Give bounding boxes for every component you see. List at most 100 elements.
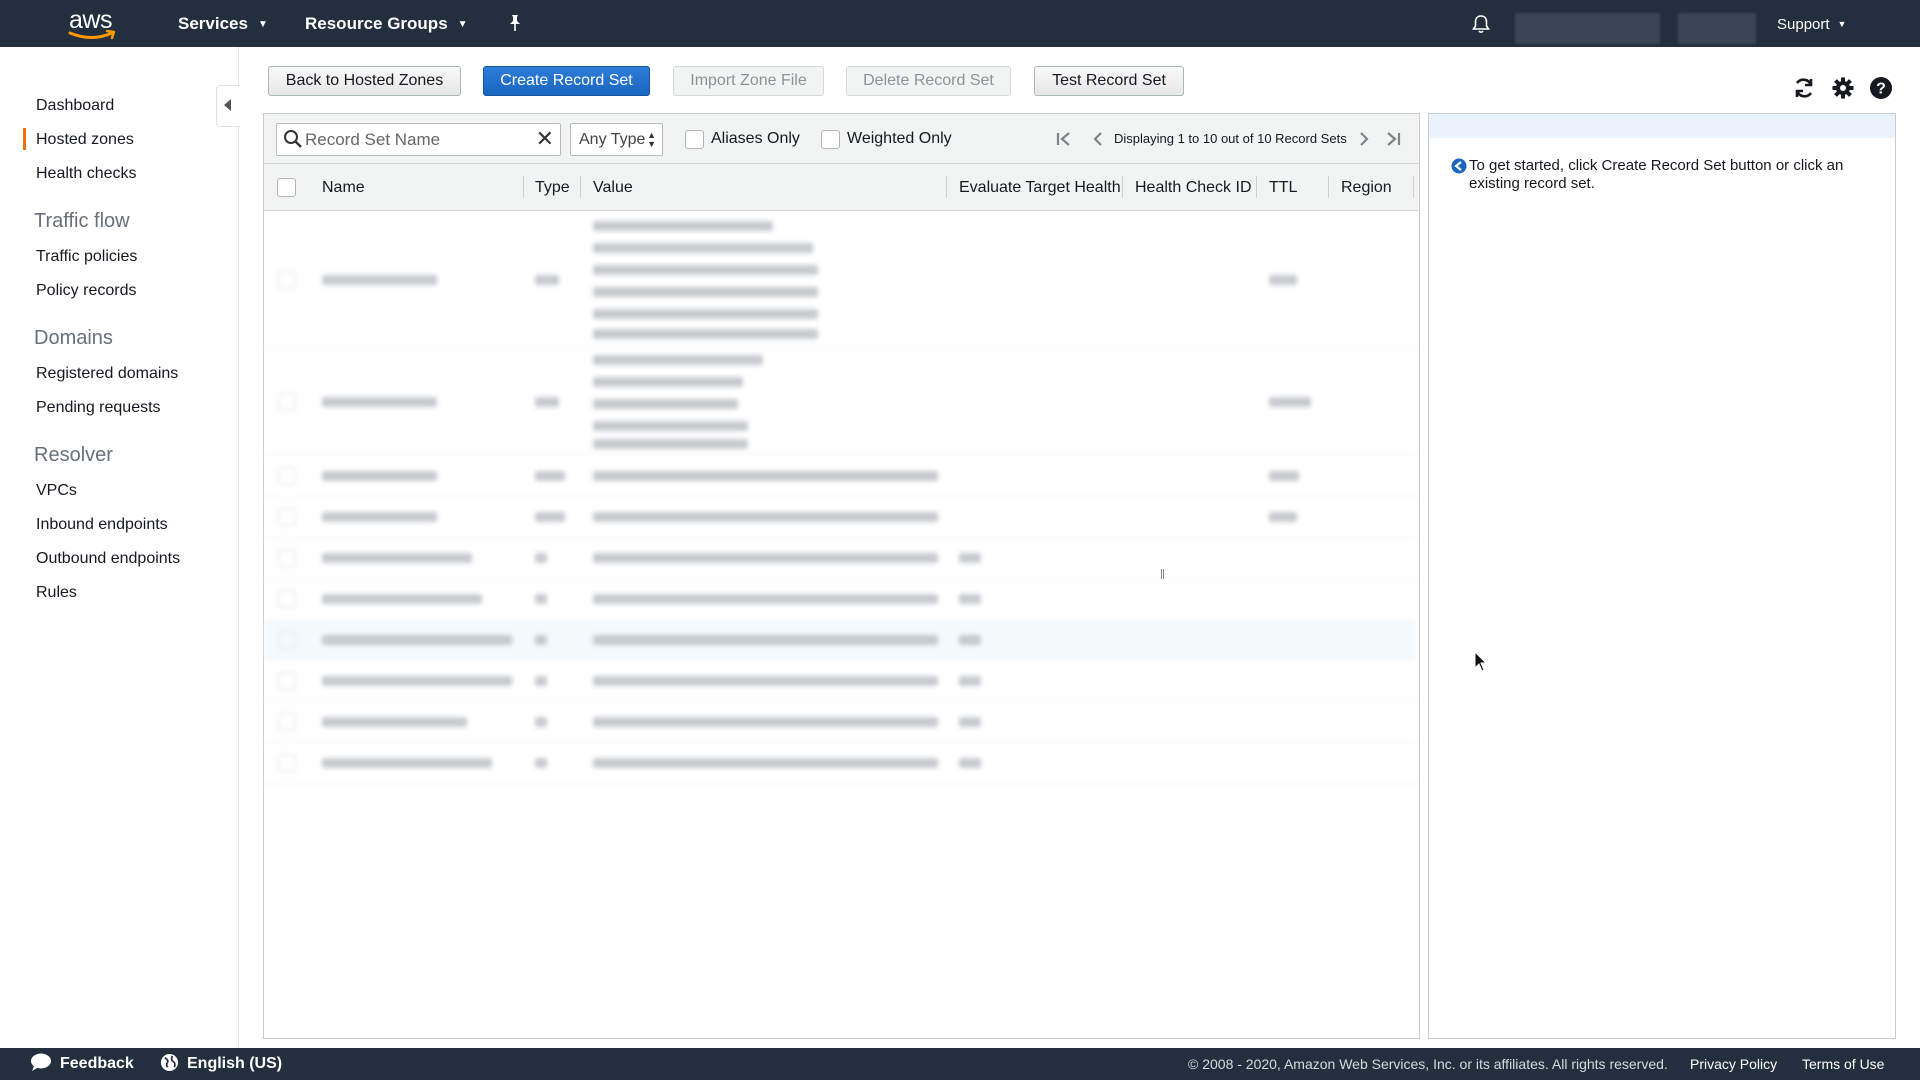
table-row[interactable] [264,702,1416,743]
table-row[interactable] [264,347,1416,455]
sidebar-heading-traffic-flow: Traffic flow [34,210,130,232]
sidebar-item-vpcs[interactable]: VPCs [36,482,77,500]
filter-bar: ✕ Any Type ▲▼ Aliases Only Weighted Only… [264,114,1419,164]
row-checkbox[interactable] [278,590,296,608]
next-page-icon[interactable] [1356,130,1372,148]
back-to-hosted-zones-button[interactable]: Back to Hosted Zones [268,66,461,96]
region-menu[interactable] [1678,13,1756,44]
aws-smile-icon [68,30,116,40]
row-checkbox[interactable] [278,549,296,567]
search-icon [284,130,302,148]
sidebar-item-pending-requests[interactable]: Pending requests [36,399,161,417]
search-input[interactable] [305,128,525,152]
sidebar-item-registered-domains[interactable]: Registered domains [36,365,178,383]
sidebar-item-health-checks[interactable]: Health checks [36,165,137,183]
table-row[interactable] [264,497,1416,538]
table-row[interactable] [264,455,1416,497]
aliases-only-label: Aliases Only [711,130,800,147]
privacy-policy-link[interactable]: Privacy Policy [1690,1048,1777,1080]
column-header-region[interactable]: Region [1341,164,1392,211]
svg-text:?: ? [1876,81,1886,98]
column-header-health-check-id[interactable]: Health Check ID [1135,164,1252,211]
previous-page-icon[interactable] [1090,130,1106,148]
column-divider[interactable] [580,176,581,198]
create-record-set-button[interactable]: Create Record Set [483,66,650,96]
getting-started-message: To get started, click Create Record Set … [1451,157,1873,193]
panel-resize-handle[interactable] [1160,113,1165,1039]
table-row[interactable] [264,579,1416,620]
row-checkbox[interactable] [278,631,296,649]
column-header-value[interactable]: Value [593,164,633,211]
sidebar-item-hosted-zones[interactable]: Hosted zones [23,128,134,150]
last-page-icon[interactable] [1384,130,1402,148]
resource-groups-menu[interactable]: Resource Groups ▼ [305,0,468,47]
column-divider[interactable] [1328,176,1329,198]
row-checkbox[interactable] [278,754,296,772]
record-type-select[interactable]: Any Type ▲ ▼ [570,123,663,156]
column-header-name[interactable]: Name [322,164,365,211]
chevron-down-icon: ▼ [257,19,268,30]
resource-groups-label: Resource Groups [305,14,448,33]
select-arrows-icon: ▲ ▼ [647,130,656,149]
aliases-only-checkbox[interactable] [685,130,704,149]
chevron-down-icon: ▼ [457,19,468,30]
pin-icon[interactable] [505,13,525,33]
help-icon[interactable]: ? [1869,76,1893,100]
column-divider[interactable] [1122,176,1123,198]
column-header-ttl[interactable]: TTL [1269,164,1297,211]
services-label: Services [178,14,248,33]
sidebar-heading-domains: Domains [34,327,113,349]
column-divider[interactable] [523,176,524,198]
sidebar-item-rules[interactable]: Rules [36,584,77,602]
delete-record-set-button[interactable]: Delete Record Set [846,66,1011,96]
table-row[interactable] [264,211,1416,347]
row-checkbox[interactable] [278,508,296,526]
services-menu[interactable]: Services ▼ [178,0,268,47]
copyright-text: © 2008 - 2020, Amazon Web Services, Inc.… [1188,1056,1668,1072]
weighted-only-checkbox[interactable] [821,130,840,149]
column-divider[interactable] [1413,176,1414,198]
sidebar-item-inbound-endpoints[interactable]: Inbound endpoints [36,516,168,534]
refresh-icon[interactable] [1792,76,1816,100]
sidebar-collapse-toggle[interactable] [216,85,240,127]
feedback-label: Feedback [60,1055,134,1072]
column-divider[interactable] [1256,176,1257,198]
pagination-status: Displaying 1 to 10 out of 10 Record Sets [1114,131,1347,146]
account-name-menu[interactable] [1515,13,1660,44]
first-page-icon[interactable] [1055,130,1073,148]
column-divider[interactable] [946,176,947,198]
feedback-link[interactable]: Feedback [30,1048,134,1080]
sidebar-item-traffic-policies[interactable]: Traffic policies [36,248,137,266]
clear-search-icon[interactable]: ✕ [536,127,554,151]
mouse-cursor-icon [1474,651,1488,672]
record-sets-grid: ✕ Any Type ▲▼ Aliases Only Weighted Only… [263,113,1420,1039]
terms-of-use-link[interactable]: Terms of Use [1802,1048,1884,1080]
table-row[interactable] [264,661,1416,702]
table-row[interactable] [264,743,1416,784]
language-selector[interactable]: English (US) [160,1048,282,1080]
test-record-set-button[interactable]: Test Record Set [1034,66,1184,96]
support-menu[interactable]: Support ▼ [1777,0,1846,47]
table-row[interactable] [264,538,1416,579]
record-set-search[interactable]: ✕ [276,123,561,156]
bell-icon[interactable] [1470,13,1492,35]
table-header: Name Type Value Evaluate Target Health H… [264,164,1419,211]
row-checkbox[interactable] [278,393,296,411]
gear-icon[interactable] [1831,76,1855,100]
sidebar-item-dashboard[interactable]: Dashboard [36,97,114,115]
row-checkbox[interactable] [278,467,296,485]
select-all-checkbox[interactable] [277,178,296,197]
row-checkbox[interactable] [278,672,296,690]
top-navigation-bar: aws Services ▼ Resource Groups ▼ Support ▼ [0,0,1920,47]
column-header-evaluate-target-health[interactable]: Evaluate Target Health [959,164,1121,211]
aws-logo[interactable]: aws [66,6,122,42]
record-details-panel: To get started, click Create Record Set … [1428,113,1896,1039]
arrow-left-circle-icon [1451,158,1467,174]
import-zone-file-button[interactable]: Import Zone File [673,66,824,96]
row-checkbox[interactable] [278,271,296,289]
sidebar-item-policy-records[interactable]: Policy records [36,282,136,300]
table-row-highlighted[interactable] [264,620,1416,661]
row-checkbox[interactable] [278,713,296,731]
sidebar-item-outbound-endpoints[interactable]: Outbound endpoints [36,550,180,568]
column-header-type[interactable]: Type [535,164,570,211]
